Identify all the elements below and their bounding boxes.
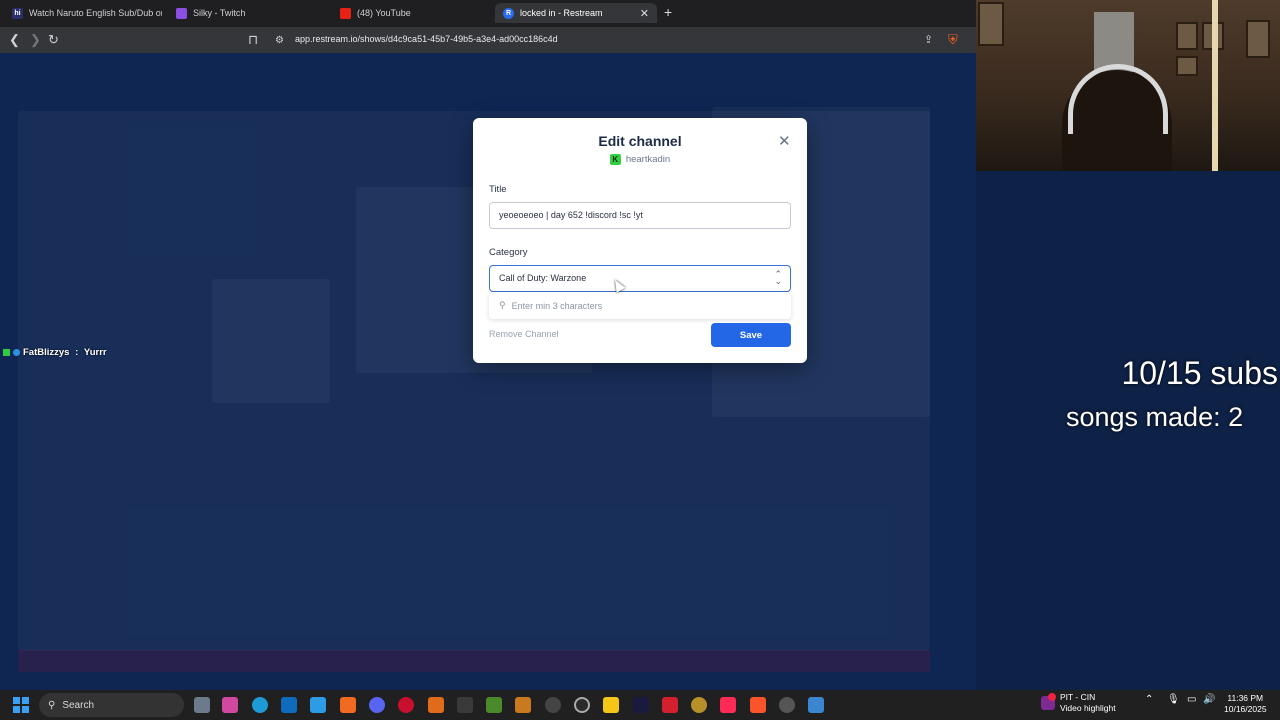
app-shield-icon[interactable]	[515, 697, 531, 713]
forward-icon[interactable]: ❯	[30, 32, 41, 48]
sports-icon	[1041, 693, 1056, 710]
system-clock[interactable]: 11:36 PM 10/16/2025	[1224, 693, 1267, 715]
notification-sub: Video highlight	[1060, 703, 1116, 713]
chat-message: FatBlizzys : Yurrr	[3, 347, 107, 358]
discord-icon[interactable]	[369, 697, 385, 713]
outlook-icon[interactable]	[281, 697, 297, 713]
chat-separator: :	[72, 347, 81, 358]
browser-toolbar: ❮ ❯ ↻ ⊓ ⚙ app.restream.io/shows/d4c9ca51…	[0, 27, 976, 53]
category-search[interactable]: ⚲ Enter min 3 characters	[489, 292, 791, 319]
kick-badge-icon	[3, 349, 10, 356]
brave-browser-icon[interactable]	[750, 697, 766, 713]
tab-youtube[interactable]: (48) YouTube	[332, 3, 492, 23]
task-view-icon[interactable]	[194, 697, 210, 713]
app-window-icon[interactable]	[808, 697, 824, 713]
category-value: Call of Duty: Warzone	[499, 273, 587, 283]
clock-time: 11:36 PM	[1227, 693, 1264, 703]
bookmark-icon[interactable]: ⊓	[248, 32, 258, 48]
close-tab-icon[interactable]: ✕	[640, 7, 649, 20]
file-explorer-icon[interactable]	[603, 697, 619, 713]
chevron-up-icon[interactable]: ⌃	[1145, 694, 1153, 705]
search-icon: ⚲	[48, 699, 56, 711]
webcam-feed	[976, 0, 1280, 171]
kick-logo-icon: K	[609, 154, 621, 165]
dialog-title: Edit channel	[598, 133, 682, 149]
network-icon[interactable]: ▭	[1187, 694, 1196, 705]
title-label: Title	[489, 184, 507, 195]
sub-goal-text: 10/15 subs	[1121, 355, 1278, 391]
brave-shield-icon[interactable]: ⛨	[948, 32, 958, 48]
opera-icon[interactable]	[398, 697, 414, 713]
search-icon: ⚲	[499, 300, 506, 310]
channel-identity: K heartkadin	[473, 154, 807, 165]
songs-made-text: songs made: 2	[1066, 402, 1244, 432]
tab-naruto[interactable]: hi Watch Naruto English Sub/Dub online	[4, 3, 162, 23]
obs-icon[interactable]	[574, 697, 590, 713]
4k-downloader-icon[interactable]	[545, 697, 561, 713]
sub-badge-icon	[13, 349, 20, 356]
site-settings-icon[interactable]: ⚙	[275, 33, 284, 49]
steam-icon[interactable]	[779, 697, 795, 713]
close-icon[interactable]: ✕	[778, 132, 791, 150]
chat-text: Yurrr	[83, 347, 107, 358]
tab-restream[interactable]: R locked in - Restream ✕	[495, 3, 657, 23]
tiktok-icon[interactable]	[720, 697, 736, 713]
microphone-icon[interactable]: 🎙	[1167, 694, 1180, 705]
title-input[interactable]: yeoeoeoeo | day 652 !discord !sc !yt	[489, 202, 791, 229]
side-panel	[212, 279, 330, 403]
url-text[interactable]: app.restream.io/shows/d4c9ca51-45b7-49b5…	[295, 34, 558, 44]
chevron-updown-icon: ⌃ ⌄	[774, 269, 782, 286]
facebook-icon[interactable]	[310, 697, 326, 713]
clock-date: 10/16/2025	[1224, 704, 1267, 714]
app-stripes-icon[interactable]	[662, 697, 678, 713]
notification-widget[interactable]: PIT - CIN Video highlight	[1041, 692, 1116, 714]
notification-title: PIT - CIN	[1060, 692, 1096, 702]
tab-title: (48) YouTube	[357, 8, 411, 18]
back-icon[interactable]: ❮	[9, 32, 20, 48]
tab-title: locked in - Restream	[520, 8, 603, 18]
settings-gear-icon[interactable]	[457, 697, 473, 713]
category-label: Category	[489, 247, 528, 258]
edit-channel-dialog: Edit channel ✕ K heartkadin Title yeoeoe…	[473, 118, 807, 363]
taskbar-search[interactable]: ⚲ Search	[39, 693, 184, 717]
site-favicon-icon: hi	[12, 7, 23, 19]
copilot-icon[interactable]	[222, 697, 238, 713]
new-tab-icon[interactable]: +	[664, 4, 672, 20]
app-a-icon[interactable]	[340, 697, 356, 713]
youtube-icon	[340, 7, 351, 19]
taskbar-search-label: Search	[62, 699, 95, 711]
category-search-placeholder: Enter min 3 characters	[511, 300, 603, 311]
fl-studio-icon[interactable]	[428, 697, 444, 713]
category-select[interactable]: Call of Duty: Warzone ⌃ ⌄	[489, 265, 791, 292]
tab-twitch[interactable]: Silky - Twitch	[168, 3, 328, 23]
minecraft-icon[interactable]	[486, 697, 502, 713]
remove-channel-link[interactable]: Remove Channel	[489, 329, 559, 339]
app-grid-icon[interactable]	[633, 697, 649, 713]
save-button[interactable]: Save	[711, 323, 791, 347]
edge-icon[interactable]	[252, 697, 268, 713]
browser-tab-bar: hi Watch Naruto English Sub/Dub online S…	[0, 0, 976, 27]
tab-title: Silky - Twitch	[193, 8, 246, 18]
tab-title: Watch Naruto English Sub/Dub online	[29, 8, 162, 18]
chat-username: FatBlizzys	[23, 347, 70, 358]
share-icon[interactable]: ⇪	[924, 32, 933, 48]
app-game-icon[interactable]	[691, 697, 707, 713]
windows-taskbar: ⚲ Search PIT - CIN Video highlight ⌃ 🎙 ▭…	[0, 690, 1280, 720]
volume-icon[interactable]: 🔊	[1203, 694, 1215, 705]
reload-icon[interactable]: ↻	[48, 32, 59, 48]
channel-name: heartkadin	[625, 154, 671, 165]
windows-start-icon[interactable]	[13, 697, 29, 713]
restream-icon: R	[503, 7, 514, 19]
studio-controls-bar	[18, 650, 930, 672]
twitch-icon	[176, 7, 187, 19]
